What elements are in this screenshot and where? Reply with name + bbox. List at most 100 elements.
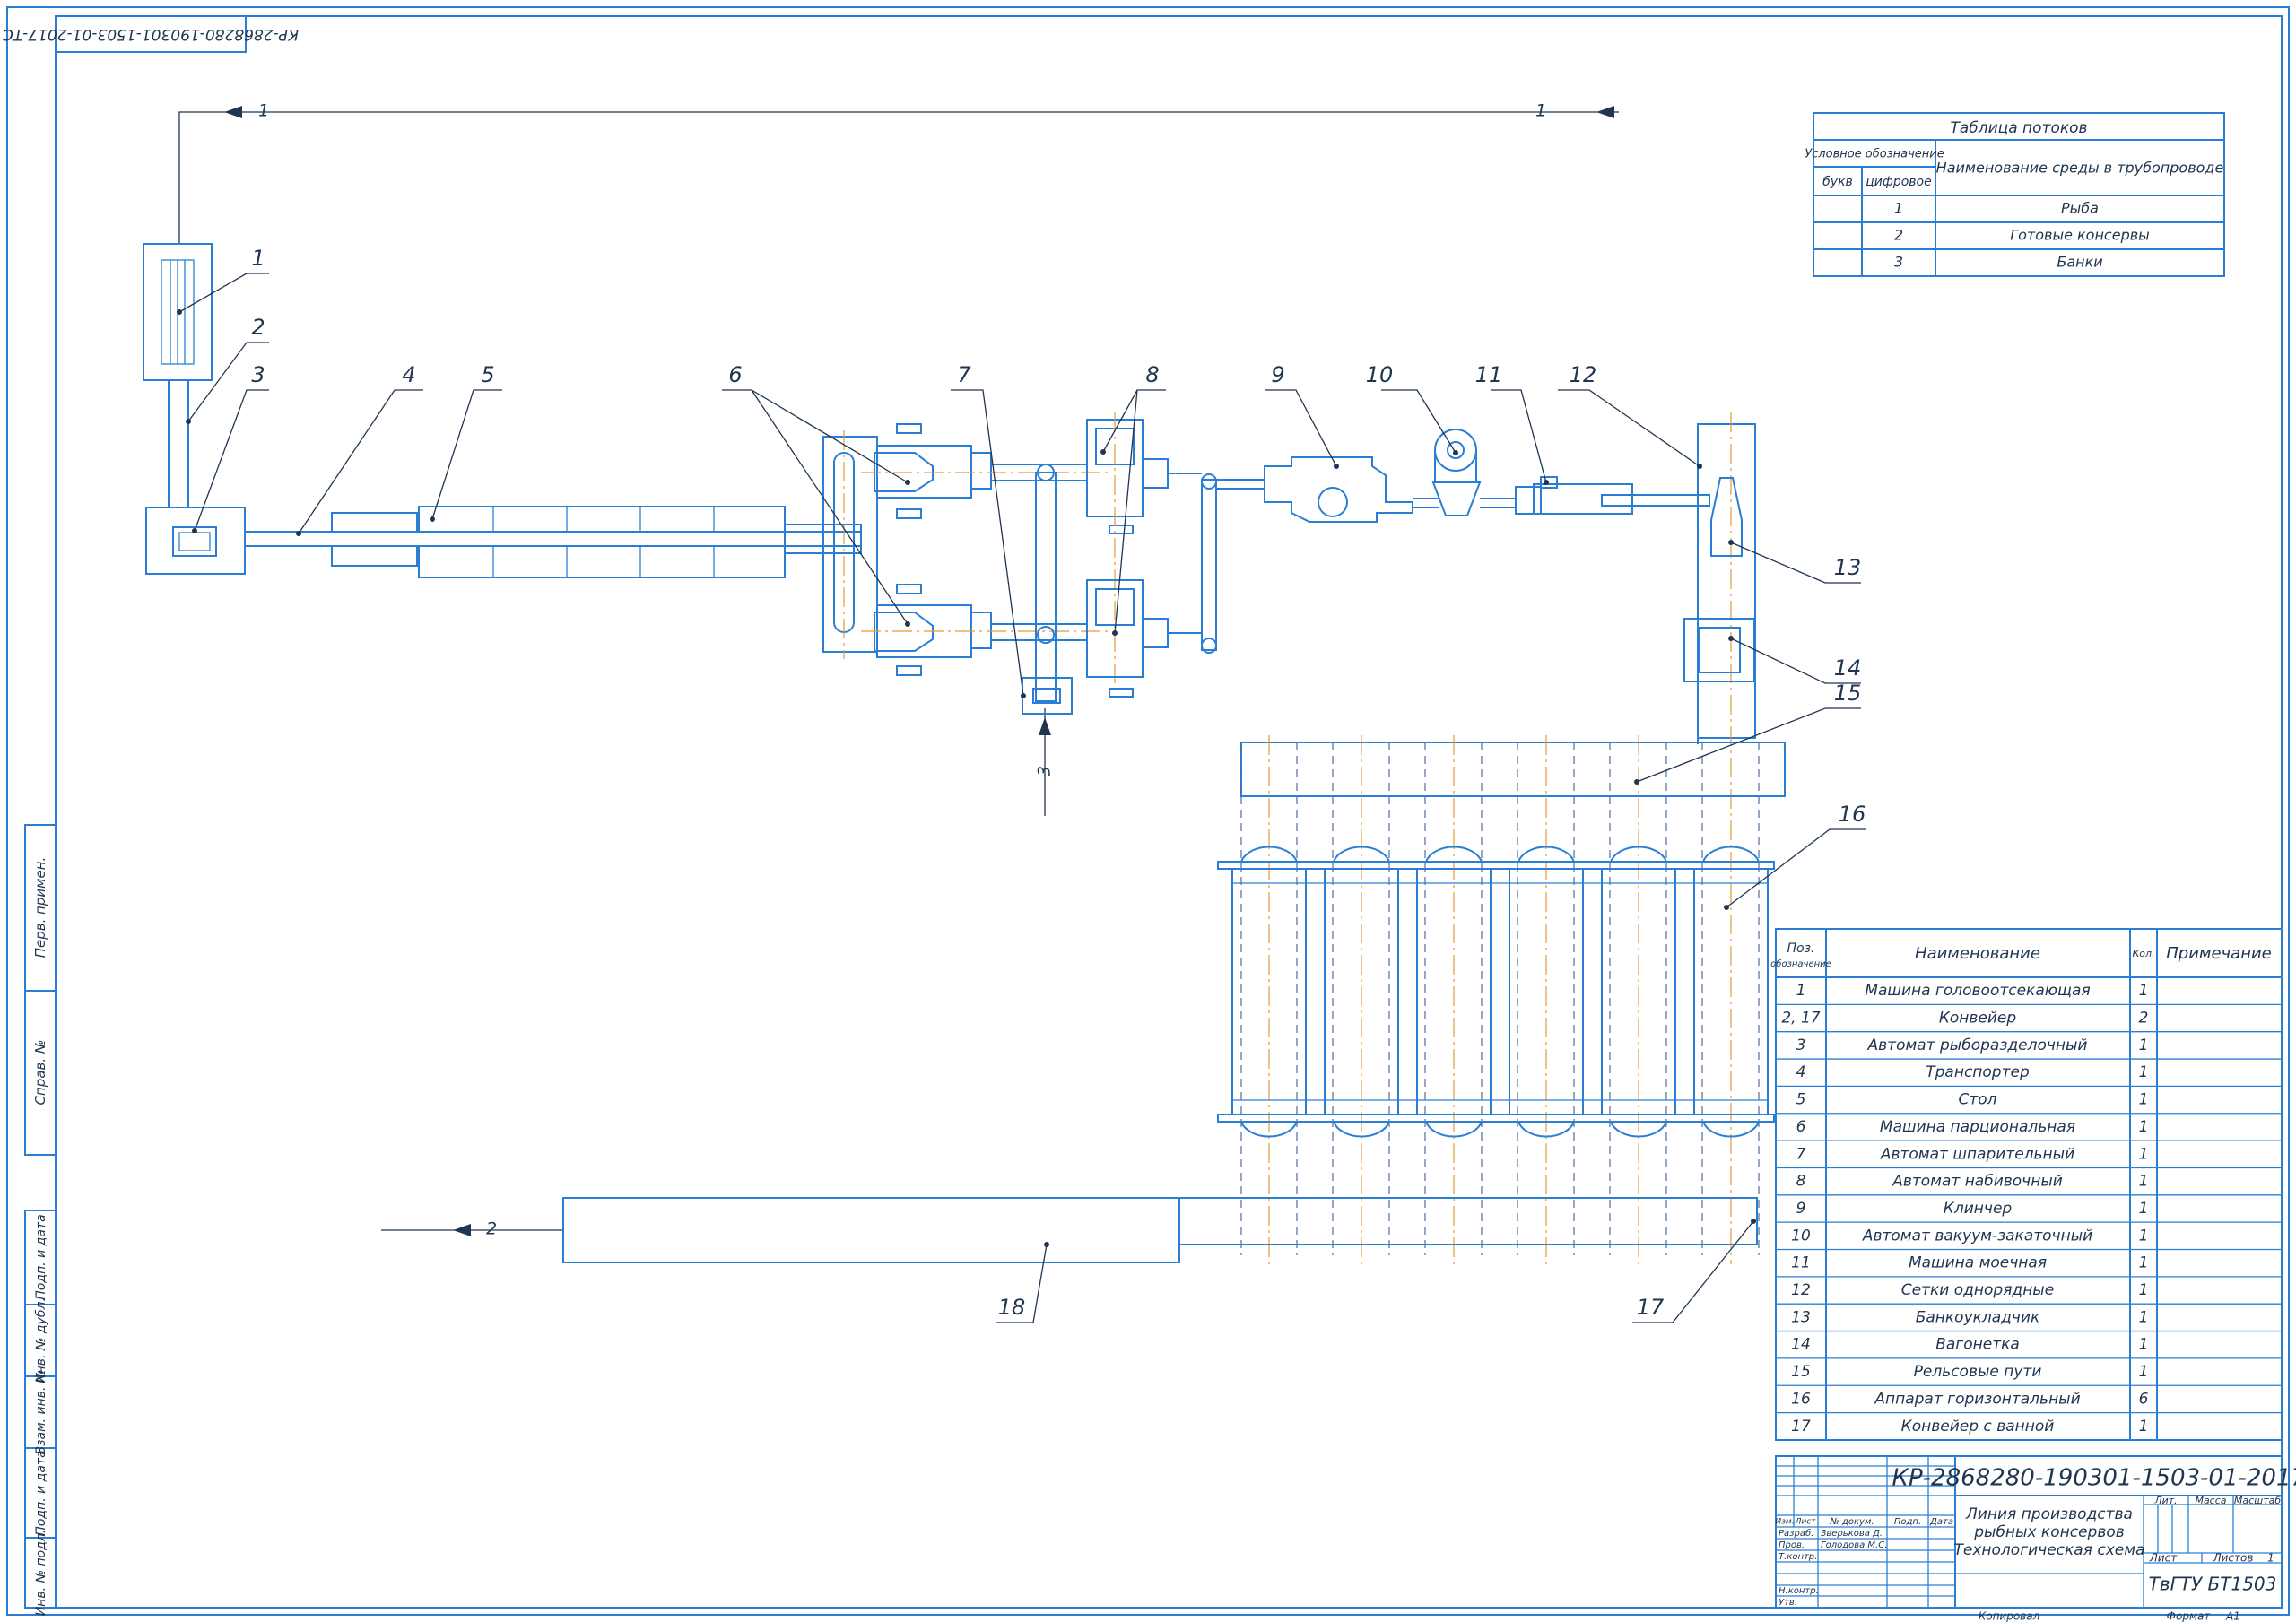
position-label: 2 xyxy=(251,315,265,340)
spec-row-qty: 1 xyxy=(2139,1145,2149,1163)
position-leaders xyxy=(177,273,1866,1323)
stamp-code: КР-2868280-190301-1503-01-2017-ТС xyxy=(1892,1465,2296,1492)
position-label: 4 xyxy=(402,362,415,387)
side-inv-podl: Инв. № подл. xyxy=(34,1530,48,1617)
spec-row-pos: 6 xyxy=(1796,1118,1806,1136)
position-label: 15 xyxy=(1834,681,1862,706)
flows-digit: 3 xyxy=(1894,254,1903,271)
equipment-3-fish-cutting xyxy=(145,507,246,575)
spec-row-name: Машина парциональная xyxy=(1880,1118,2075,1136)
position-label: 13 xyxy=(1834,555,1862,580)
equipment-16-autoclaves xyxy=(1217,742,1775,1255)
position-label: 3 xyxy=(251,362,265,387)
svg-text:№ докум.: № докум. xyxy=(1829,1517,1874,1527)
spec-row-qty: 1 xyxy=(2139,1118,2149,1136)
spec-row-pos: 11 xyxy=(1791,1254,1811,1272)
spec-row-qty: 1 xyxy=(2139,1091,2149,1109)
flows-name: Рыба xyxy=(2061,200,2099,217)
spec-row-pos: 15 xyxy=(1791,1363,1811,1381)
spec-row-pos: 5 xyxy=(1796,1091,1806,1109)
spec-row-pos: 16 xyxy=(1791,1390,1811,1408)
side-podp-2: Подп. и дата xyxy=(34,1450,48,1535)
svg-text:КР-2868280-190301-1503-01-2017: КР-2868280-190301-1503-01-2017-ТС xyxy=(3,25,299,43)
position-label: 6 xyxy=(728,362,742,387)
stamp-title-2: рыбных консервов xyxy=(1973,1523,2125,1541)
spec-row-qty: 2 xyxy=(2139,1010,2149,1028)
spec-row-qty: 1 xyxy=(2139,1363,2149,1381)
side-vzam: Взам. инв. № xyxy=(34,1369,48,1454)
svg-text:Листов: Листов xyxy=(2213,1552,2254,1565)
flows-digit: 2 xyxy=(1894,227,1903,244)
spec-row-qty: 1 xyxy=(2139,1281,2149,1299)
flows-hdr-digit: цифровое xyxy=(1866,175,1931,189)
equipment-12-nets-13-packer-14-trolley xyxy=(1683,412,1756,1264)
spec-row-name: Транспортер xyxy=(1926,1063,2030,1081)
equipment-9-clincher xyxy=(1216,456,1413,523)
spec-hdr-qty: Кол. xyxy=(2132,948,2154,959)
spec-row-qty: 6 xyxy=(2139,1390,2149,1408)
flows-hdr-cond: Условное обозначение xyxy=(1805,148,1944,161)
position-label: 9 xyxy=(1271,362,1284,387)
equipment-11-washing-machine xyxy=(1480,476,1710,515)
spec-row-pos: 1 xyxy=(1796,982,1806,1000)
flows-name: Банки xyxy=(2057,254,2102,271)
spec-row-pos: 13 xyxy=(1791,1308,1811,1326)
svg-text:Лист: Лист xyxy=(2149,1552,2178,1565)
side-sprav: Справ. № xyxy=(32,1040,48,1106)
equipment-2-conveyor xyxy=(168,380,189,507)
spec-row-qty: 1 xyxy=(2139,1037,2149,1054)
svg-text:Лит.: Лит. xyxy=(2153,1495,2177,1506)
spec-row-name: Конвейер с ванной xyxy=(1901,1418,2055,1436)
svg-text:А1: А1 xyxy=(2225,1610,2240,1622)
spec-row-pos: 9 xyxy=(1796,1200,1806,1218)
spec-row-pos: 7 xyxy=(1796,1145,1806,1163)
position-label: 14 xyxy=(1834,655,1862,681)
spec-hdr-pos-sub: обозначение xyxy=(1770,958,1831,969)
equipment-15-rail-tracks xyxy=(1240,735,1786,1264)
spec-row-qty: 1 xyxy=(2139,1173,2149,1191)
svg-text:Разраб.: Разраб. xyxy=(1779,1528,1813,1539)
position-label: 16 xyxy=(1839,802,1866,827)
side-strip: Перв. примен. Справ. № Подп. и дата Инв.… xyxy=(24,824,57,1617)
svg-text:Н.контр.: Н.контр. xyxy=(1779,1586,1819,1596)
spec-hdr-name: Наименование xyxy=(1915,944,2040,963)
spec-hdr-note: Примечание xyxy=(2166,944,2272,963)
spec-row-pos: 14 xyxy=(1791,1336,1811,1354)
stamp-title-3: Технологическая схема xyxy=(1954,1541,2145,1559)
spec-row-name: Аппарат горизонтальный xyxy=(1874,1390,2080,1408)
svg-text:Формат: Формат xyxy=(2167,1610,2212,1622)
title-block: КР-2868280-190301-1503-01-2017-ТС Линия … xyxy=(1775,1455,2296,1622)
flows-hdr-letter: букв xyxy=(1822,175,1853,189)
position-label: 18 xyxy=(998,1295,1026,1320)
flows-title: Таблица потоков xyxy=(1950,119,2087,137)
side-perv: Перв. примен. xyxy=(32,857,48,958)
svg-text:Масштаб: Масштаб xyxy=(2234,1495,2281,1506)
svg-text:Копировал: Копировал xyxy=(1979,1610,2040,1622)
spec-row-qty: 1 xyxy=(2139,1254,2149,1272)
equipment-8-filling-automats xyxy=(1086,412,1217,698)
flow-1-label-left: 1 xyxy=(258,101,269,121)
stamp-title-1: Линия производства xyxy=(1965,1505,2133,1523)
spec-row-name: Автомат вакуум-закаточный xyxy=(1862,1227,2092,1245)
spec-row-qty: 1 xyxy=(2139,1063,2149,1081)
spec-row-pos: 12 xyxy=(1791,1281,1811,1299)
position-labels: 1 2 3 4 5 6 7 8 9 10 11 12 13 14 15 16 1… xyxy=(251,246,1866,1320)
equipment-6-portioning-machines xyxy=(822,423,1112,676)
spec-row-name: Автомат набивочный xyxy=(1892,1173,2063,1191)
position-label: 12 xyxy=(1570,362,1597,387)
svg-text:Изм.: Изм. xyxy=(1775,1518,1794,1527)
spec-row-qty: 1 xyxy=(2139,1418,2149,1436)
spec-hdr-pos: Поз. xyxy=(1787,941,1815,956)
position-label: 7 xyxy=(957,362,971,387)
spec-row-name: Машина головоотсекающая xyxy=(1865,982,2090,1000)
svg-text:Подп.: Подп. xyxy=(1894,1517,1921,1527)
flow-2-label: 2 xyxy=(486,1219,497,1239)
spec-row-name: Клинчер xyxy=(1944,1200,2013,1218)
flows-digit: 1 xyxy=(1894,200,1903,217)
position-label: 1 xyxy=(251,246,265,271)
technological-scheme-drawing: КР-2868280-190301-1503-01-2017-ТС Перв. … xyxy=(3,6,2296,1622)
spec-row-name: Машина моечная xyxy=(1909,1254,2047,1272)
svg-text:Пров.: Пров. xyxy=(1779,1540,1805,1550)
rotated-doc-code: КР-2868280-190301-1503-01-2017-ТС xyxy=(3,15,299,53)
spec-row-pos: 10 xyxy=(1791,1227,1811,1245)
